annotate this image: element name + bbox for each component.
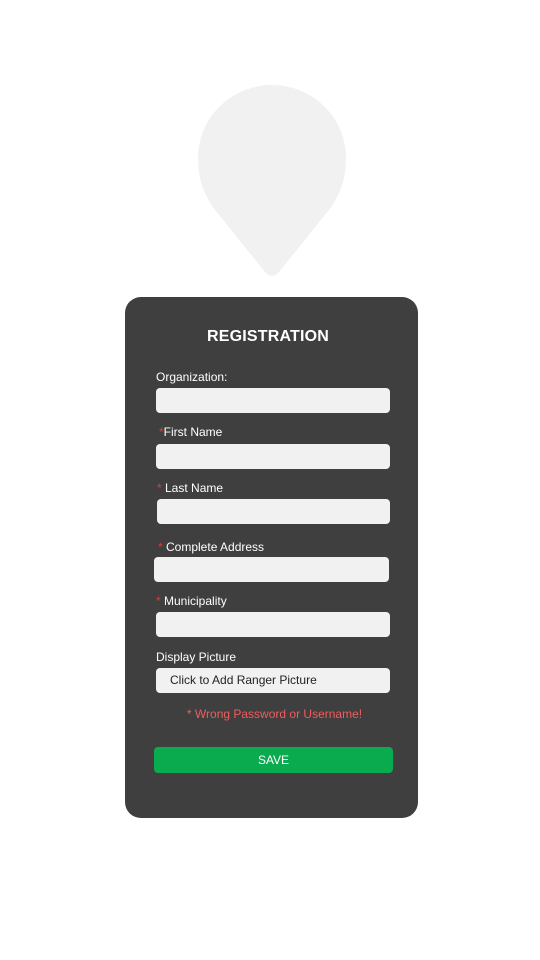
complete-address-input[interactable] bbox=[154, 557, 389, 582]
first-name-label: *First Name bbox=[159, 425, 223, 439]
first-name-input[interactable] bbox=[156, 444, 390, 469]
last-name-label: * Last Name bbox=[157, 481, 224, 495]
organization-label: Organization: bbox=[156, 370, 228, 384]
error-message: * Wrong Password or Username! bbox=[186, 707, 363, 721]
complete-address-label: * Complete Address bbox=[158, 540, 265, 554]
municipality-input[interactable] bbox=[156, 612, 390, 637]
registration-card: REGISTRATION Organization: *First Name *… bbox=[125, 297, 418, 818]
map-pin-icon bbox=[198, 85, 346, 276]
display-picture-label: Display Picture bbox=[156, 650, 237, 664]
registration-screen: REGISTRATION Organization: *First Name *… bbox=[0, 0, 540, 960]
save-button[interactable]: SAVE bbox=[154, 747, 393, 773]
last-name-input[interactable] bbox=[157, 499, 390, 524]
form-title: REGISTRATION bbox=[206, 328, 330, 345]
municipality-label: * Municipality bbox=[156, 594, 227, 608]
add-picture-button[interactable]: Click to Add Ranger Picture bbox=[156, 668, 390, 693]
organization-input[interactable] bbox=[156, 388, 390, 413]
